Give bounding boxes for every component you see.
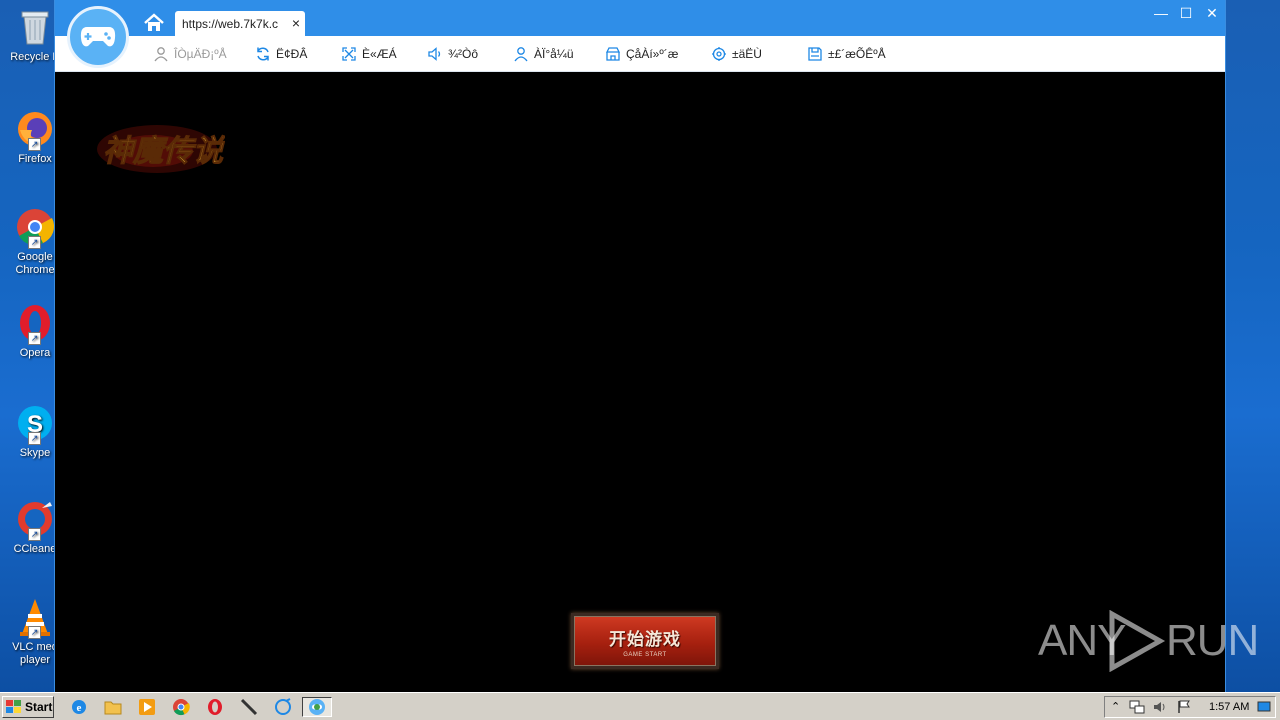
- game-logo-text: 神魔传说: [103, 134, 225, 169]
- shortcut-arrow-icon: ↗: [28, 432, 41, 445]
- toolbar-my-account[interactable]: ÎÒµÄÐ¡ºÅ: [153, 45, 227, 63]
- shortcut-arrow-icon: ↗: [28, 626, 41, 639]
- toolbar-label: ÀÏ°å¼ü: [534, 47, 574, 61]
- titlebar: https://web.7k7k.c × — ☐ ✕: [55, 0, 1225, 36]
- toolbar-label: ±£´æÕÊºÅ: [828, 47, 886, 61]
- toolbar-label: È«ÆÁ: [362, 47, 397, 61]
- volume-icon[interactable]: [1153, 700, 1167, 717]
- shortcut-arrow-icon: ↗: [28, 528, 41, 541]
- skype-icon: S ↗: [14, 402, 56, 445]
- ccleaner-icon: ↗: [14, 498, 56, 541]
- boss-key-icon: [514, 47, 528, 62]
- shortcut-arrow-icon: ↗: [28, 332, 41, 345]
- play-triangle-icon: [1109, 610, 1166, 672]
- system-tray: ⌃ 1:57 AM: [1104, 696, 1276, 718]
- vlc-icon: ↗: [14, 596, 56, 639]
- toolbar-boss-key[interactable]: ÀÏ°å¼ü: [513, 45, 574, 63]
- start-label: Start: [25, 700, 53, 714]
- opera-icon[interactable]: [204, 697, 226, 717]
- opera-icon: ↗: [14, 302, 56, 345]
- toolbar-label: Ë¢ÐÂ: [276, 47, 308, 61]
- watermark-text: RUN: [1166, 616, 1259, 665]
- gamepad-app-icon[interactable]: [302, 697, 332, 717]
- maximize-button[interactable]: ☐: [1175, 4, 1197, 22]
- speaker-icon: [428, 47, 441, 61]
- firefox-icon: ↗: [14, 108, 56, 151]
- url-tab[interactable]: https://web.7k7k.c ×: [175, 11, 305, 36]
- toolbar-clean-cache[interactable]: ÇåÀí»º´æ: [605, 45, 678, 63]
- taskbar: Start e ⌃ 1:57 AM: [0, 692, 1280, 720]
- recycle-bin-icon: [14, 6, 56, 48]
- game-toolbar: ÎÒµÄÐ¡ºÅ Ë¢ÐÂ È«ÆÁ ¾²Òô ÀÏ°å¼ü ÇåÀí»º´æ …: [55, 36, 1225, 72]
- toolbar-save-account[interactable]: ±£´æÕÊºÅ: [807, 45, 886, 63]
- start-button-sublabel: GAME START: [623, 652, 667, 658]
- user-icon: [154, 47, 168, 62]
- toolbar-fullscreen[interactable]: È«ÆÁ: [341, 45, 397, 63]
- unknown-app-icon[interactable]: [272, 697, 294, 717]
- windows-logo-icon: [6, 700, 21, 713]
- flag-icon[interactable]: [1177, 700, 1191, 717]
- clean-cache-icon: [605, 47, 621, 61]
- save-icon: [808, 47, 822, 61]
- refresh-icon: [257, 47, 269, 61]
- toolbar-mute[interactable]: ¾²Òô: [427, 45, 478, 63]
- pen-tool-icon[interactable]: [238, 697, 260, 717]
- shortcut-arrow-icon: ↗: [28, 236, 41, 249]
- toolbar-label: ±äËÙ: [732, 47, 762, 61]
- speed-icon: [712, 47, 726, 61]
- show-hidden-icons-icon[interactable]: ⌃: [1111, 700, 1120, 713]
- toolbar-label: ¾²Òô: [448, 47, 479, 61]
- game-browser-window: https://web.7k7k.c × — ☐ ✕ ÎÒµÄÐ¡ºÅ Ë¢ÐÂ…: [54, 0, 1226, 692]
- gamepad-logo-icon[interactable]: [67, 6, 129, 68]
- home-icon[interactable]: [143, 13, 165, 33]
- file-explorer-icon[interactable]: [102, 697, 124, 717]
- show-desktop-icon[interactable]: [1257, 700, 1271, 717]
- toolbar-label: ÇåÀí»º´æ: [626, 47, 679, 61]
- start-button[interactable]: Start: [2, 696, 54, 718]
- clock[interactable]: 1:57 AM: [1209, 701, 1249, 713]
- start-button-label: 开始游戏: [609, 630, 681, 650]
- toolbar-label: ÎÒµÄÐ¡ºÅ: [174, 47, 227, 61]
- close-button[interactable]: ✕: [1201, 4, 1223, 22]
- toolbar-speed[interactable]: ±äËÙ: [711, 45, 762, 63]
- tab-url-text: https://web.7k7k.c: [182, 17, 279, 31]
- tab-close-icon[interactable]: ×: [292, 15, 300, 31]
- shortcut-arrow-icon: ↗: [28, 138, 41, 151]
- svg-text:e: e: [77, 702, 82, 714]
- chrome-icon[interactable]: [170, 697, 192, 717]
- fullscreen-icon: [342, 47, 356, 61]
- media-player-icon[interactable]: [136, 697, 158, 717]
- anyrun-watermark: ANY RUN: [1038, 606, 1259, 676]
- game-start-button[interactable]: 开始游戏 GAME START: [571, 613, 719, 669]
- game-canvas[interactable]: 神魔传说 开始游戏 GAME START: [55, 73, 1225, 692]
- action-center-icon[interactable]: [1129, 700, 1145, 717]
- internet-explorer-icon[interactable]: e: [68, 697, 90, 717]
- toolbar-refresh[interactable]: Ë¢ÐÂ: [255, 45, 307, 63]
- game-logo: 神魔传说: [95, 111, 226, 179]
- minimize-button[interactable]: —: [1150, 4, 1172, 22]
- chrome-icon: ↗: [14, 206, 56, 249]
